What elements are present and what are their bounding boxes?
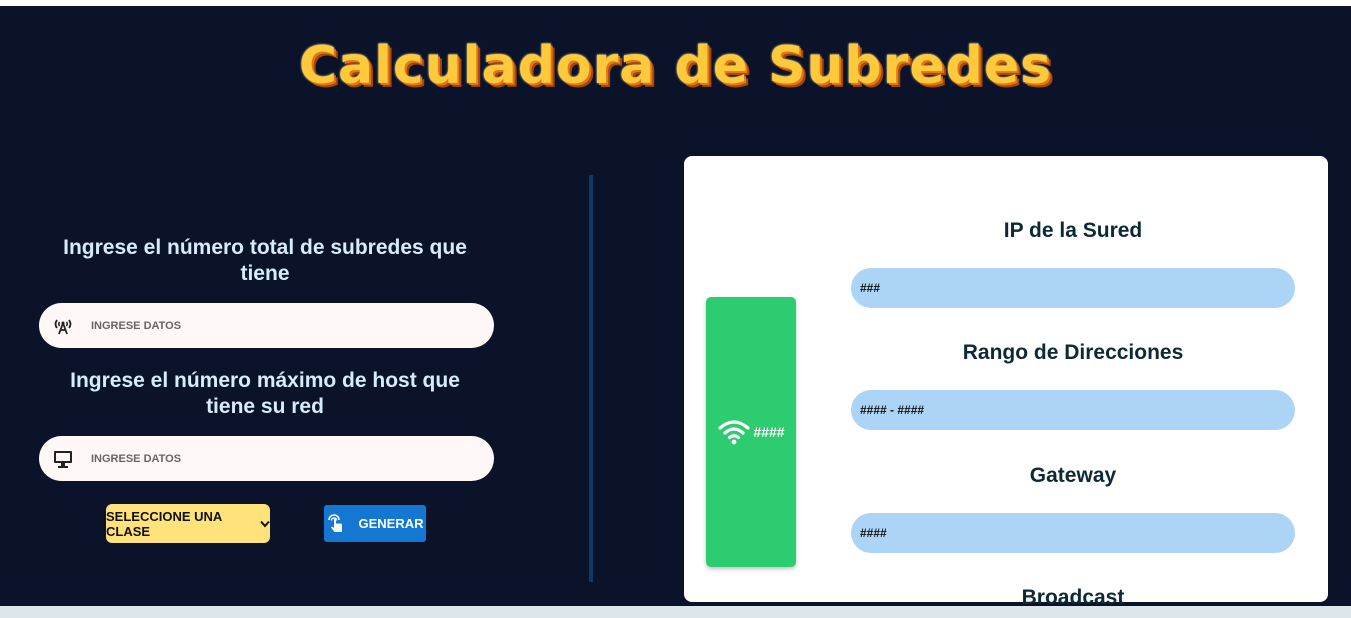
class-select[interactable]: SELECCIONE UNA CLASE (106, 504, 270, 543)
antenna-icon (53, 316, 73, 336)
wifi-icon (717, 419, 751, 445)
broadcast-title: Broadcast (1021, 586, 1125, 606)
subnets-input[interactable] (91, 319, 471, 332)
network-badge: #### (706, 297, 796, 567)
app-window: Calculadora de Subredes Ingrese el númer… (0, 6, 1351, 606)
gateway-title: Gateway (1029, 464, 1117, 487)
subnet-ip-title: IP de la Sured (1003, 219, 1143, 242)
hosts-label: Ingrese el número máximo de host que tie… (70, 369, 460, 418)
chevron-down-icon (260, 517, 270, 531)
subnets-label: Ingrese el número total de subredes que … (63, 236, 467, 285)
taskbar (0, 606, 1351, 618)
section-divider (589, 175, 593, 582)
generate-button[interactable]: GENERAR (324, 505, 426, 542)
touch-icon (326, 513, 346, 534)
hosts-input[interactable] (91, 452, 471, 465)
hosts-input-field[interactable] (39, 436, 494, 481)
generate-label: GENERAR (358, 516, 424, 531)
gateway-value: #### (851, 513, 1295, 553)
page-title: Calculadora de Subredes (298, 36, 1053, 96)
subnet-ip-value: ### (851, 268, 1295, 308)
address-range-title: Rango de Direcciones (962, 341, 1184, 364)
results-card: #### IP de la Sured ### Rango de Direcci… (684, 156, 1328, 606)
badge-value: #### (753, 424, 785, 440)
class-select-value: SELECCIONE UNA CLASE (106, 508, 222, 539)
monitor-icon (53, 449, 73, 469)
subnets-input-field[interactable] (39, 303, 494, 348)
address-range-value: #### - #### (851, 390, 1295, 430)
